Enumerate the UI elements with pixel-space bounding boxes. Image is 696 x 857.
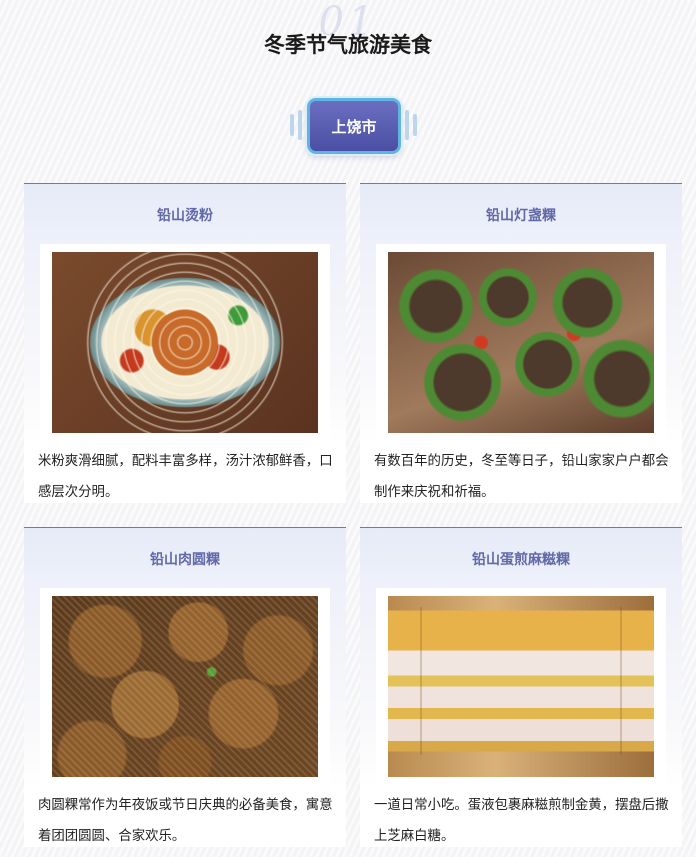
food-photo-frame xyxy=(40,244,330,441)
page-title: 冬季节气旅游美食 xyxy=(264,33,432,57)
food-card-danjian-maciguo: 铅山蛋煎麻糍粿 一道日常小吃。蛋液包裹麻糍煎制金黄，摆盘后撒上芝麻白糖。 xyxy=(360,527,682,847)
food-card-tangfen: 铅山烫粉 米粉爽滑细腻，配料丰富多样，汤汁浓郁鲜香，口感层次分明。 xyxy=(24,183,346,503)
food-card-description: 有数百年的历史，冬至等日子，铅山家家户户都会制作来庆祝和祈福。 xyxy=(374,454,669,500)
decor-bar-right-2 xyxy=(413,114,417,136)
city-tab-group: 上饶市 xyxy=(0,98,696,156)
food-card-description: 米粉爽滑细腻，配料丰富多样，汤汁浓郁鲜香，口感层次分明。 xyxy=(38,454,333,500)
decor-bar-left-2 xyxy=(298,110,302,140)
city-button-shangrao[interactable]: 上饶市 xyxy=(307,98,401,154)
food-card-rouyuanguo: 铅山肉圆粿 肉圆粿常作为年夜饭或节日庆典的必备美食，寓意着团团圆圆、合家欢乐。 xyxy=(24,527,346,847)
food-card-title: 铅山肉圆粿 xyxy=(150,552,220,568)
food-card-description: 一道日常小吃。蛋液包裹麻糍煎制金黄，摆盘后撒上芝麻白糖。 xyxy=(374,798,669,844)
decor-bar-right-1 xyxy=(405,110,409,140)
food-photo-frame xyxy=(376,244,666,441)
fried-mochi-photo xyxy=(388,596,654,777)
food-card-description: 肉圆粿常作为年夜饭或节日庆典的必备美食，寓意着团团圆圆、合家欢乐。 xyxy=(38,798,333,844)
food-card-dengzhanguo: 铅山灯盏粿 有数百年的历史，冬至等日子，铅山家家户户都会制作来庆祝和祈福。 xyxy=(360,183,682,503)
food-card-title: 铅山蛋煎麻糍粿 xyxy=(472,552,570,568)
lamp-cake-photo xyxy=(388,252,654,433)
food-card-title: 铅山烫粉 xyxy=(157,208,213,224)
food-card-title: 铅山灯盏粿 xyxy=(486,208,556,224)
meatball-cake-photo xyxy=(52,596,318,777)
noodle-bowl-photo xyxy=(52,252,318,433)
decor-bar-left-1 xyxy=(290,114,294,136)
food-photo-frame xyxy=(40,588,330,785)
food-photo-frame xyxy=(376,588,666,785)
